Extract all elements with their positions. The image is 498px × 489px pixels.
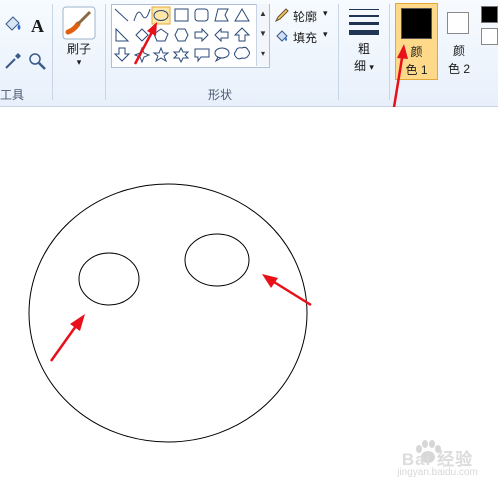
left-arrow-shape-icon[interactable]	[214, 27, 229, 43]
size-dropdown-arrow: ▾	[369, 62, 374, 72]
annotation-arrow-right-eye	[262, 274, 312, 307]
rectangle-shape-icon[interactable]	[174, 8, 189, 22]
triangle-shape-icon[interactable]	[234, 8, 250, 22]
cloud-callout-shape-icon[interactable]	[234, 46, 250, 60]
up-arrow-shape-icon[interactable]	[233, 27, 251, 42]
right-eye	[184, 233, 250, 287]
fill-label: 填充	[293, 31, 318, 45]
line-shape-icon[interactable]	[114, 8, 129, 22]
outline-dropdown-arrow: ▾	[323, 8, 328, 18]
color-picker-tool[interactable]	[2, 50, 24, 72]
fill-dropdown-arrow: ▾	[323, 29, 328, 39]
hexagon-shape-icon[interactable]	[174, 28, 189, 42]
annotation-arrow-left-eye	[49, 314, 85, 362]
palette-swatch-white[interactable]	[481, 28, 498, 45]
right-triangle-shape-icon[interactable]	[115, 27, 130, 42]
polygon-shape-icon[interactable]	[214, 8, 229, 22]
line-width-icon	[349, 9, 379, 35]
color2-swatch	[447, 12, 469, 34]
fill-icon	[276, 30, 288, 42]
color1-label-top: 颜	[410, 45, 423, 59]
left-eye	[78, 252, 140, 306]
scroll-down-icon[interactable]: ▼	[257, 24, 269, 44]
brushes-label: 刷子	[66, 42, 91, 56]
color2-label-top: 颜	[452, 44, 465, 58]
oval-shape-icon[interactable]	[151, 6, 171, 25]
shapes-group-label: 形状	[208, 88, 233, 102]
fill-dropdown[interactable]: 填充 ▾	[274, 28, 336, 46]
shapes-grid	[113, 6, 251, 64]
ribbon: A 工具 刷子 ▾ ▲ ▼ ▾ 轮廓 ▾ 填充 ▾ 形状 粗 细 ▾ 颜 色 1…	[0, 0, 498, 107]
face-outline	[28, 183, 308, 443]
rect-callout-shape-icon[interactable]	[194, 48, 210, 63]
text-tool[interactable]: A	[26, 14, 48, 36]
six-point-star-shape-icon[interactable]	[172, 46, 190, 64]
magnifier-tool[interactable]	[26, 50, 48, 72]
curve-shape-icon[interactable]	[133, 8, 151, 22]
separator	[105, 4, 106, 100]
size-label-top: 粗	[357, 42, 370, 56]
size-label-bottom: 细	[354, 59, 367, 73]
watermark: Bai 经验 jingyan.baidu.com	[380, 437, 495, 482]
palette-swatch-black[interactable]	[481, 6, 498, 23]
color2-label-bottom: 色 2	[447, 62, 470, 76]
pentagon-shape-icon[interactable]	[153, 28, 169, 42]
separator	[338, 4, 339, 100]
scroll-up-icon[interactable]: ▲	[257, 4, 269, 24]
fill-bucket-icon	[5, 16, 21, 31]
right-arrow-shape-icon[interactable]	[194, 27, 209, 43]
down-arrow-shape-icon[interactable]	[113, 47, 131, 62]
shapes-gallery	[111, 4, 270, 68]
separator	[389, 4, 390, 100]
gallery-expand-icon[interactable]: ▾	[257, 44, 269, 64]
outline-dropdown[interactable]: 轮廓 ▾	[274, 7, 336, 25]
fill-bucket-tool[interactable]	[2, 14, 24, 36]
drawing-canvas[interactable]: Bai 经验 jingyan.baidu.com	[0, 107, 498, 489]
size-button[interactable]: 粗 细 ▾	[343, 4, 385, 76]
four-point-star-shape-icon[interactable]	[133, 46, 151, 64]
eyedropper-icon	[5, 53, 21, 69]
svg-text:A: A	[31, 16, 44, 36]
five-point-star-shape-icon[interactable]	[152, 46, 170, 63]
text-icon: A	[31, 16, 44, 36]
brushes-button[interactable]: 刷子 ▾	[57, 4, 101, 76]
canvas-drawing	[28, 183, 312, 443]
separator	[52, 4, 53, 100]
shapes-scrollbar[interactable]: ▲ ▼ ▾	[256, 4, 269, 66]
oval-callout-shape-icon[interactable]	[214, 47, 230, 63]
outline-label: 轮廓	[293, 10, 318, 24]
magnifier-icon	[29, 53, 46, 70]
watermark-subtext: jingyan.baidu.com	[397, 467, 478, 478]
diamond-shape-icon[interactable]	[135, 28, 149, 42]
size-label-row: 细 ▾	[343, 57, 385, 74]
brushes-dropdown-arrow[interactable]: ▾	[57, 57, 101, 68]
pencil-icon	[274, 8, 289, 23]
tools-group-label: 工具	[0, 88, 25, 102]
color1-button[interactable]: 颜 色 1	[395, 3, 438, 80]
color2-button[interactable]: 颜 色 2	[440, 3, 478, 80]
color1-swatch	[401, 8, 432, 39]
rounded-rectangle-shape-icon[interactable]	[194, 8, 209, 22]
color1-label-bottom: 色 1	[405, 63, 428, 77]
brush-icon	[62, 6, 96, 40]
